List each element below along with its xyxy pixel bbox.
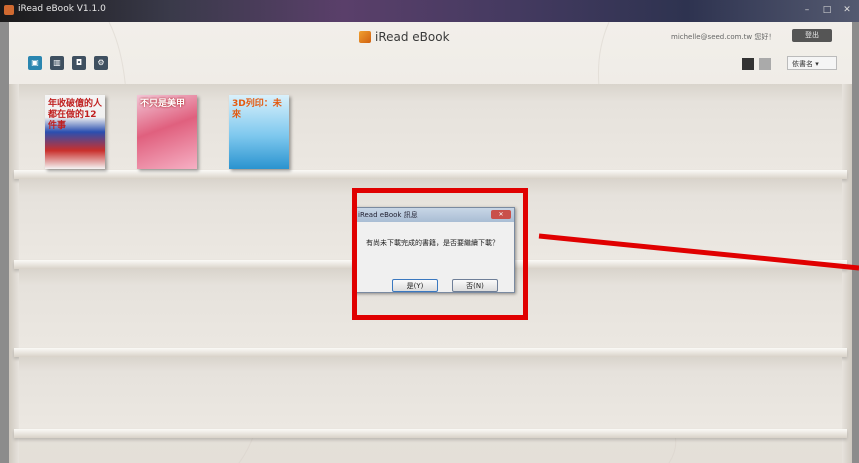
bookshelf-icon[interactable]: ▣: [28, 56, 42, 70]
brand-name: iRead eBook: [375, 30, 450, 44]
list-view-icon[interactable]: [759, 58, 771, 70]
chevron-down-icon: ▾: [815, 60, 819, 68]
book-title: 3D列印：未來: [232, 99, 282, 120]
book-icon[interactable]: ▥: [50, 56, 64, 70]
highlight-annotation: [352, 188, 528, 320]
maximize-button[interactable]: □: [818, 3, 836, 17]
bookshelf-side-right: [842, 84, 852, 463]
sort-select-value: 依書名: [792, 60, 813, 68]
shelf-plank: [14, 170, 847, 179]
download-icon[interactable]: ◘: [72, 56, 86, 70]
shelf-row-4: [19, 357, 842, 429]
minimize-button[interactable]: –: [798, 3, 816, 17]
app-icon: [4, 5, 14, 15]
brand: iRead eBook: [359, 30, 450, 44]
ireader-logo-icon: [359, 31, 371, 43]
book-cover[interactable]: 年收破億的人都在做的12件事: [45, 95, 105, 169]
user-greeting: 您好！: [754, 33, 776, 41]
bookshelf-side-left: [9, 84, 19, 463]
book-title: 年收破億的人都在做的12件事: [48, 99, 103, 131]
book-cover[interactable]: 不只是美甲: [137, 95, 197, 169]
user-account: michelle@seed.com.tw 您好！: [671, 32, 775, 42]
title-bar[interactable]: iRead eBook V1.1.0 – □ ✕: [0, 0, 859, 22]
app-window: iRead eBook V1.1.0 – □ ✕ iRead eBook mic…: [0, 0, 859, 463]
close-button[interactable]: ✕: [838, 3, 856, 17]
grid-view-icon[interactable]: [742, 58, 754, 70]
shelf-plank: [14, 429, 847, 438]
sort-select[interactable]: 依書名 ▾: [787, 56, 837, 70]
book-cover[interactable]: 3D列印：未來: [229, 95, 289, 169]
shelf-plank: [14, 348, 847, 357]
window-title: iRead eBook V1.1.0: [18, 4, 106, 14]
settings-icon[interactable]: ⚙: [94, 56, 108, 70]
logout-button[interactable]: 登出: [792, 29, 832, 42]
user-email: michelle@seed.com.tw: [671, 33, 753, 41]
book-title: 不只是美甲: [140, 99, 186, 109]
